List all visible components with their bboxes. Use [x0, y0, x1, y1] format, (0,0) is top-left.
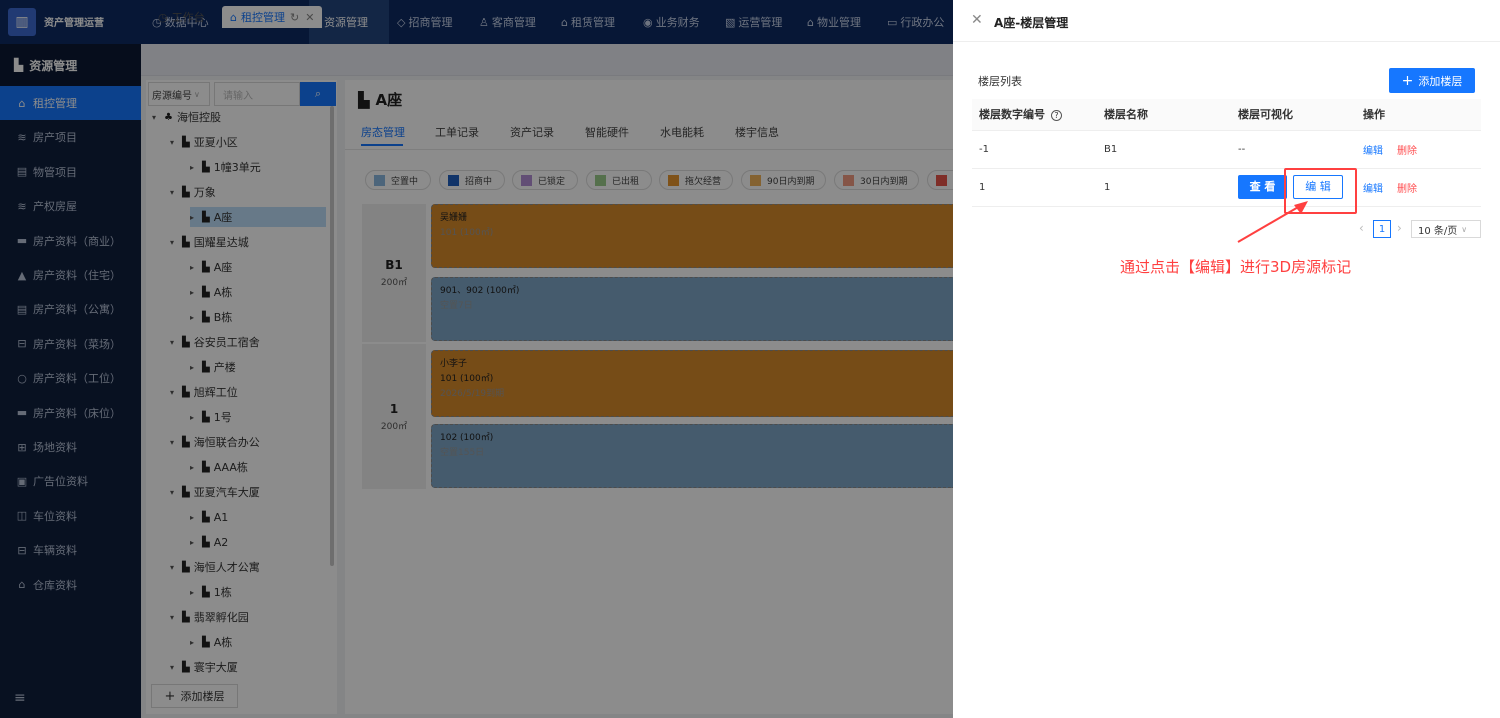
chevron-down-icon: ∨: [1461, 224, 1468, 234]
add-floor-primary-label: 添加楼层: [1418, 74, 1463, 88]
modal-mask[interactable]: [0, 0, 953, 718]
actions-cell: 编辑 删除: [1356, 168, 1481, 207]
table-row: 1 1 查 看编 辑 编辑 删除: [972, 168, 1481, 207]
view-visual-button[interactable]: 查 看: [1238, 175, 1287, 199]
floor-list-title: 楼层列表: [978, 75, 1022, 88]
close-icon[interactable]: ✕: [971, 12, 983, 28]
column-header: 楼层可视化: [1231, 99, 1356, 131]
column-header: 楼层数字编号?: [972, 99, 1097, 131]
help-icon[interactable]: ?: [1051, 110, 1062, 122]
floor-visual-cell: --: [1231, 130, 1356, 169]
delete-link[interactable]: 删除: [1397, 146, 1417, 157]
page-size-value: 10 条/页: [1418, 225, 1458, 237]
annotation-text: 通过点击【编辑】进行3D房源标记: [1120, 258, 1352, 276]
floor-table: 楼层数字编号? 楼层名称 楼层可视化 操作 -1 B1 -- 编辑 删除 1 1 …: [972, 99, 1481, 207]
page-number-button[interactable]: 1: [1373, 220, 1391, 238]
floor-number-cell: -1: [972, 130, 1097, 169]
add-floor-primary-button[interactable]: + 添加楼层: [1389, 68, 1475, 93]
drawer-title: A座-楼层管理: [994, 16, 1069, 30]
column-header: 楼层名称: [1097, 99, 1231, 131]
floor-name-cell: 1: [1097, 168, 1231, 207]
next-page-icon[interactable]: ›: [1397, 221, 1402, 235]
column-header-label: 楼层数字编号: [979, 108, 1045, 122]
edit-link[interactable]: 编辑: [1363, 184, 1383, 195]
delete-link[interactable]: 删除: [1397, 184, 1417, 195]
edit-link[interactable]: 编辑: [1363, 146, 1383, 157]
annotation-arrow-icon: [1237, 201, 1308, 243]
plus-icon: +: [1401, 72, 1414, 89]
actions-cell: 编辑 删除: [1356, 130, 1481, 169]
floor-number-cell: 1: [972, 168, 1097, 207]
column-header: 操作: [1356, 99, 1481, 131]
prev-page-icon[interactable]: ‹: [1359, 221, 1364, 235]
table-row: -1 B1 -- 编辑 删除: [972, 130, 1481, 169]
page-size-select[interactable]: 10 条/页 ∨: [1411, 220, 1481, 238]
table-header-row: 楼层数字编号? 楼层名称 楼层可视化 操作: [972, 99, 1481, 131]
floor-name-cell: B1: [1097, 130, 1231, 169]
